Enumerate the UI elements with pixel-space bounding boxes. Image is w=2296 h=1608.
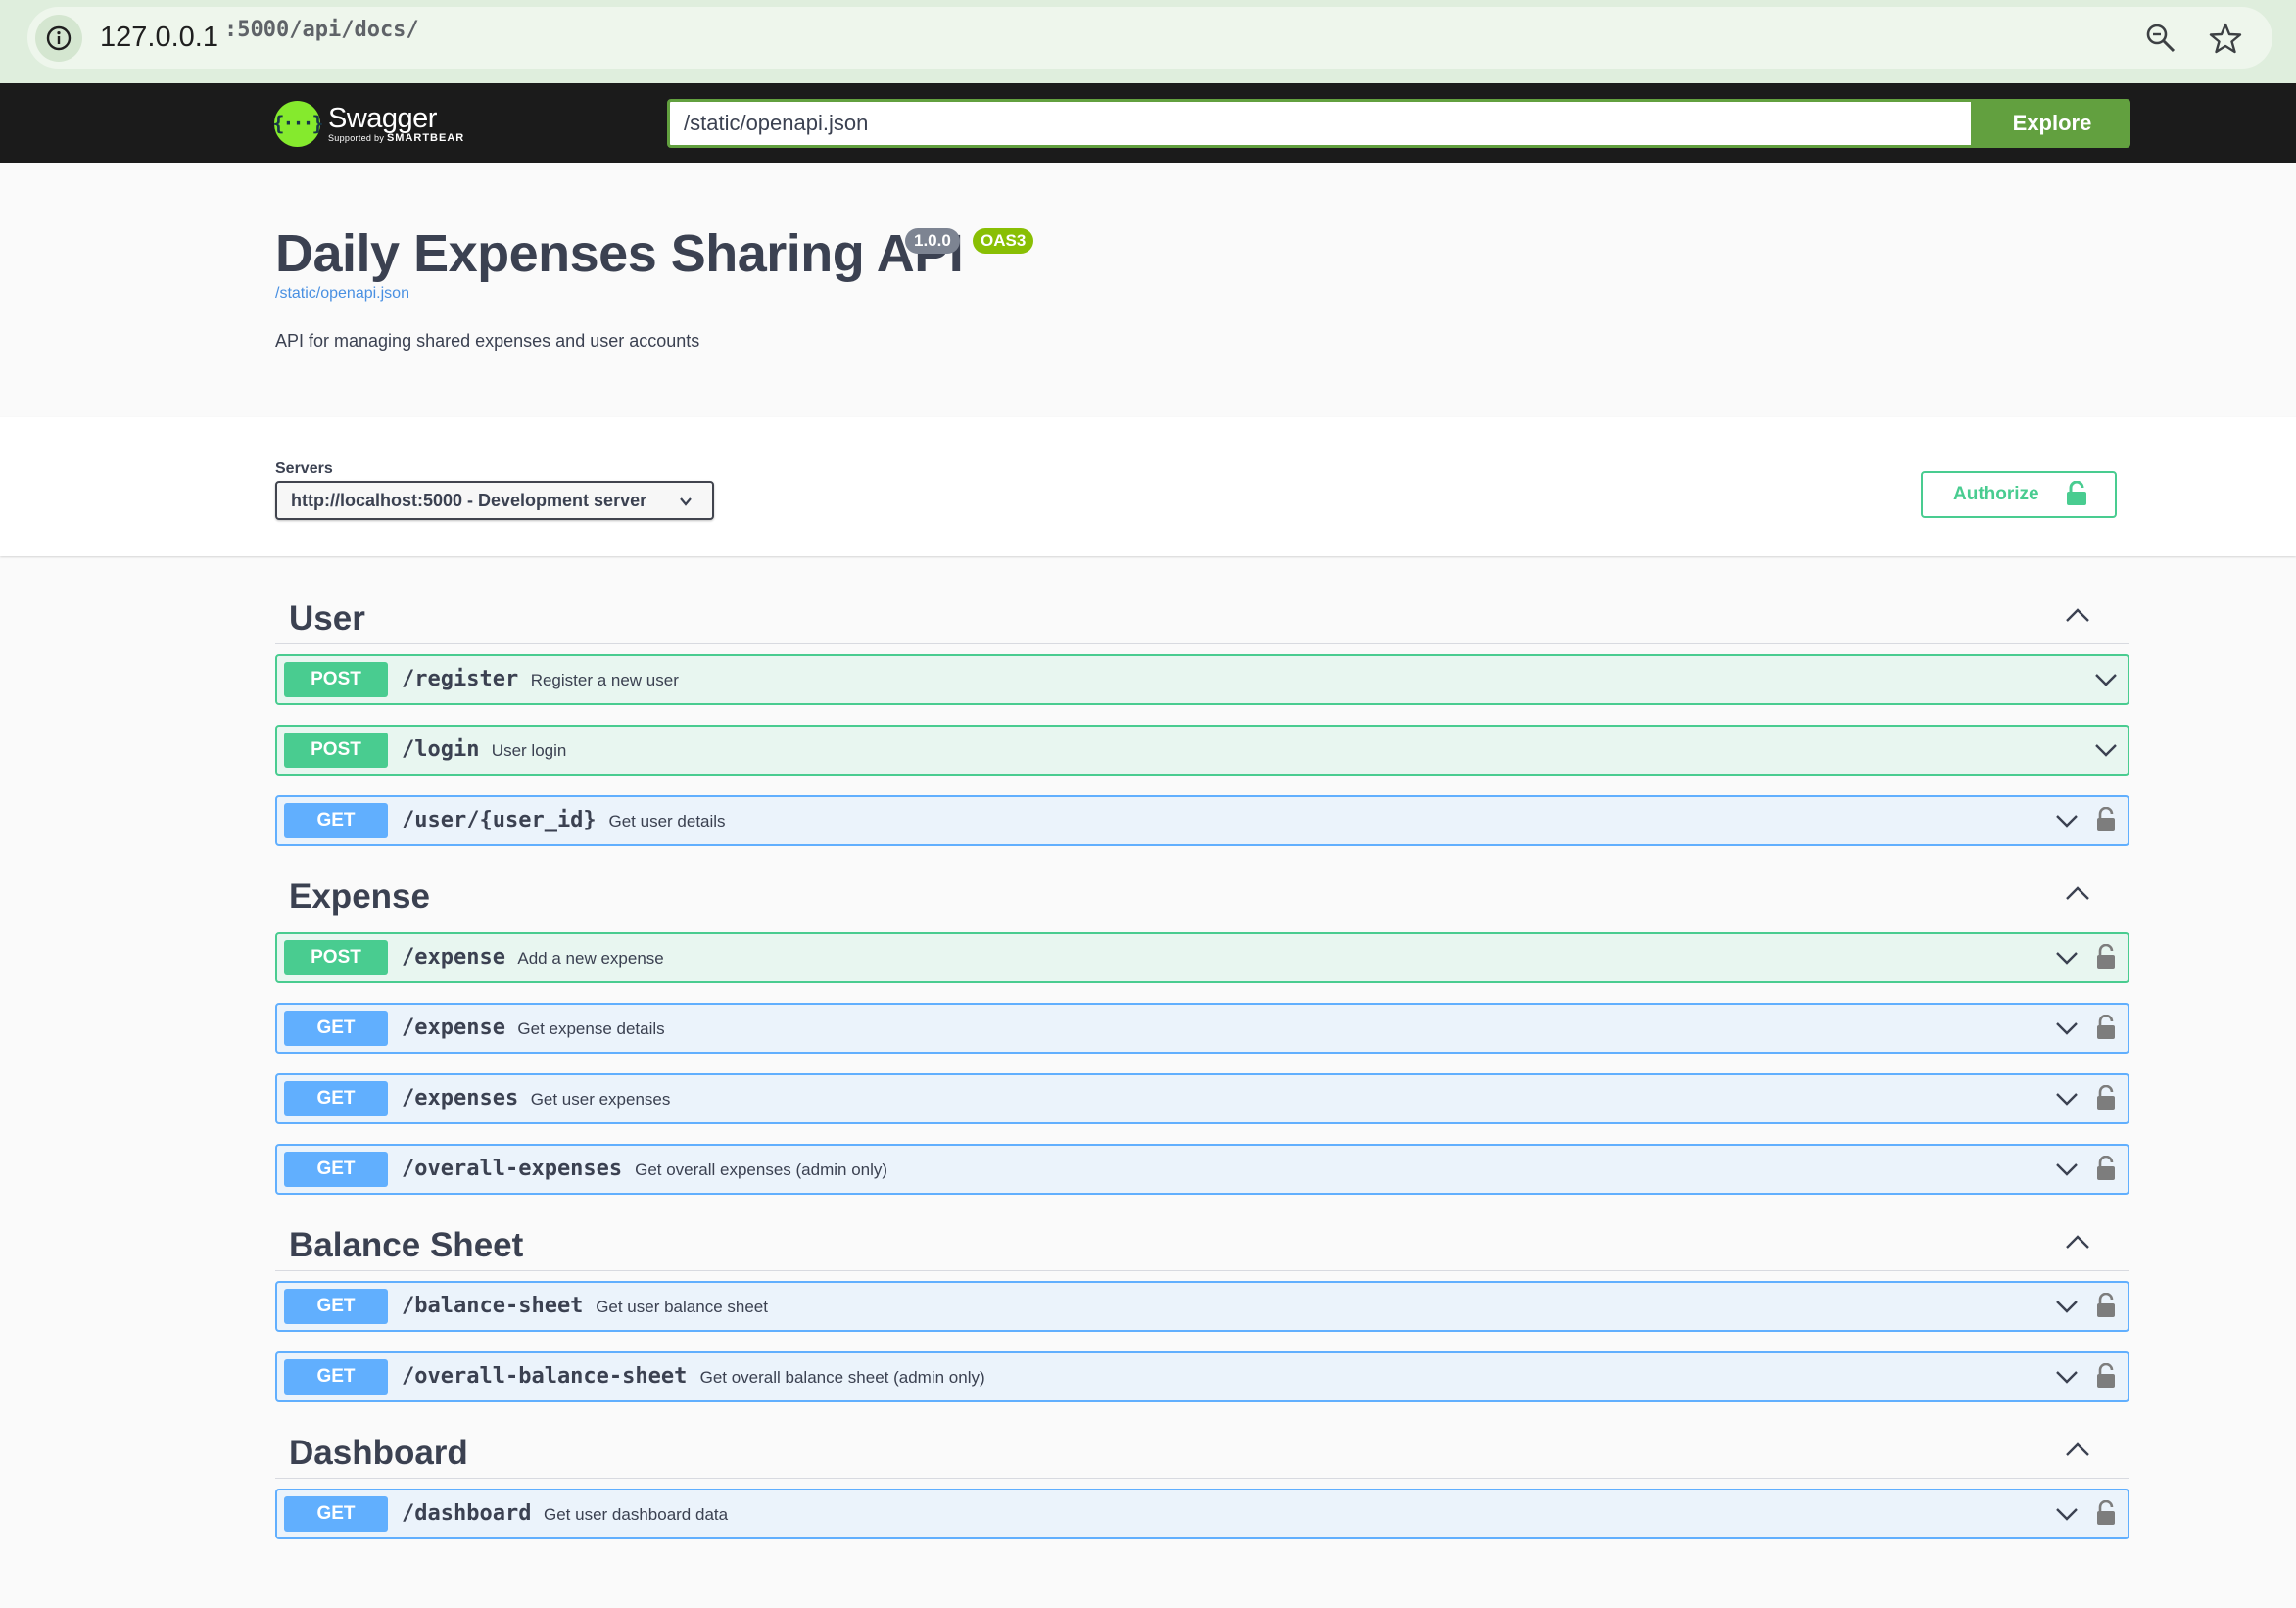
page-title: Daily Expenses Sharing API xyxy=(275,224,964,283)
operation-summary: Get user dashboard data xyxy=(544,1505,729,1524)
method-badge: POST xyxy=(284,940,388,975)
operation-post-expense[interactable]: POST/expense Add a new expense xyxy=(275,932,2129,983)
operation-summary: Get overall expenses (admin only) xyxy=(635,1160,888,1179)
operation-path: /balance-sheet xyxy=(402,1294,584,1318)
chevron-down-icon[interactable] xyxy=(2055,1369,2079,1385)
operation-path: /expense xyxy=(402,945,505,970)
chevron-up-icon[interactable] xyxy=(2065,1442,2090,1457)
zoom-icon[interactable] xyxy=(2143,21,2178,56)
method-badge: GET xyxy=(284,1289,388,1324)
operation-post-register[interactable]: POST/register Register a new user xyxy=(275,654,2129,705)
operation-path: /login xyxy=(402,737,480,762)
operation-summary: Get user balance sheet xyxy=(596,1298,768,1316)
swagger-topbar: {···} Swagger Supported by SMARTBEAR /st… xyxy=(0,83,2296,163)
bookmark-star-icon[interactable] xyxy=(2208,21,2243,56)
chevron-down-icon[interactable] xyxy=(2055,1020,2079,1036)
servers-label: Servers xyxy=(275,460,333,477)
method-badge: GET xyxy=(284,803,388,838)
url-text: 127.0.0.1:5000/api/docs/ xyxy=(100,7,419,69)
unlock-icon xyxy=(2067,481,2086,505)
tag-section-user[interactable]: User xyxy=(275,590,2129,644)
method-badge: POST xyxy=(284,733,388,768)
url-host: 127.0.0.1 xyxy=(100,22,218,53)
lock-icon[interactable] xyxy=(2096,1155,2116,1181)
operation-path: /register xyxy=(402,667,519,691)
operation-post-login[interactable]: POST/login User login xyxy=(275,725,2129,776)
logo-title: Swagger xyxy=(328,102,437,134)
chevron-down-icon[interactable] xyxy=(2055,813,2079,828)
tag-section-dashboard[interactable]: Dashboard xyxy=(275,1424,2129,1479)
operation-summary: Get overall balance sheet (admin only) xyxy=(699,1368,985,1387)
chevron-up-icon[interactable] xyxy=(2065,885,2090,901)
method-badge: GET xyxy=(284,1496,388,1532)
operation-path: /expenses xyxy=(402,1086,519,1111)
tag-title: Balance Sheet xyxy=(289,1226,524,1264)
operation-path: /dashboard xyxy=(402,1501,532,1526)
operation-get-dashboard[interactable]: GET/dashboard Get user dashboard data xyxy=(275,1489,2129,1539)
chevron-down-icon xyxy=(680,497,692,506)
api-description: API for managing shared expenses and use… xyxy=(275,331,700,351)
tag-section-expense[interactable]: Expense xyxy=(275,868,2129,922)
lock-icon[interactable] xyxy=(2096,1292,2116,1318)
operation-path: /overall-expenses xyxy=(402,1157,623,1181)
operation-get-balance-sheet[interactable]: GET/balance-sheet Get user balance sheet xyxy=(275,1281,2129,1332)
method-badge: GET xyxy=(284,1359,388,1395)
api-info: Daily Expenses Sharing API 1.0.0 OAS3 /s… xyxy=(0,163,2296,417)
lock-icon[interactable] xyxy=(2096,943,2116,970)
browser-toolbar: 127.0.0.1:5000/api/docs/ xyxy=(0,0,2296,83)
url-path: :5000/api/docs/ xyxy=(224,18,419,42)
method-badge: POST xyxy=(284,662,388,697)
chevron-down-icon[interactable] xyxy=(2055,1161,2079,1177)
tag-title: User xyxy=(289,599,365,638)
swagger-logo-icon: {···} xyxy=(272,100,324,147)
tag-section-balance-sheet[interactable]: Balance Sheet xyxy=(275,1216,2129,1271)
scheme-container: Servers http://localhost:5000 - Developm… xyxy=(0,417,2296,556)
operation-path: /user/{user_id} xyxy=(402,808,597,832)
authorize-label: Authorize xyxy=(1953,484,2039,504)
tag-title: Dashboard xyxy=(289,1434,468,1472)
operation-get-user-user-id[interactable]: GET/user/{user_id} Get user details xyxy=(275,795,2129,846)
operation-summary: Get user details xyxy=(608,812,726,830)
method-badge: GET xyxy=(284,1152,388,1187)
lock-icon[interactable] xyxy=(2096,1084,2116,1111)
method-badge: GET xyxy=(284,1081,388,1116)
authorize-button[interactable]: Authorize xyxy=(1921,471,2117,518)
logo-subtitle: Supported by SMARTBEAR xyxy=(328,131,465,144)
chevron-down-icon[interactable] xyxy=(2055,950,2079,966)
operation-path: /overall-balance-sheet xyxy=(402,1364,688,1389)
operation-summary: User login xyxy=(491,741,567,760)
operation-get-expenses[interactable]: GET/expenses Get user expenses xyxy=(275,1073,2129,1124)
chevron-down-icon[interactable] xyxy=(2055,1299,2079,1314)
lock-icon[interactable] xyxy=(2096,1362,2116,1389)
operation-path: /expense xyxy=(402,1016,505,1040)
operation-summary: Get user expenses xyxy=(530,1090,671,1109)
operation-summary: Get expense details xyxy=(517,1019,665,1038)
lock-icon[interactable] xyxy=(2096,806,2116,832)
method-badge: GET xyxy=(284,1011,388,1046)
servers-selected-value: http://localhost:5000 - Development serv… xyxy=(291,491,647,510)
spec-url-input[interactable]: /static/openapi.json xyxy=(667,99,1974,148)
operation-summary: Add a new expense xyxy=(517,949,664,968)
operation-get-expense[interactable]: GET/expense Get expense details xyxy=(275,1003,2129,1054)
version-badge: 1.0.0 xyxy=(905,228,960,254)
chevron-up-icon[interactable] xyxy=(2065,607,2090,623)
lock-icon[interactable] xyxy=(2096,1014,2116,1040)
swagger-logo[interactable]: {···} Swagger Supported by SMARTBEAR xyxy=(272,97,465,150)
chevron-up-icon[interactable] xyxy=(2065,1234,2090,1250)
operation-get-overall-expenses[interactable]: GET/overall-expenses Get overall expenses… xyxy=(275,1144,2129,1195)
operation-get-overall-balance-sheet[interactable]: GET/overall-balance-sheet Get overall bal… xyxy=(275,1351,2129,1402)
site-info-icon[interactable] xyxy=(35,15,82,62)
chevron-down-icon[interactable] xyxy=(2055,1091,2079,1107)
chevron-down-icon[interactable] xyxy=(2094,672,2118,687)
chevron-down-icon[interactable] xyxy=(2094,742,2118,758)
spec-link[interactable]: /static/openapi.json xyxy=(275,285,409,303)
oas-badge: OAS3 xyxy=(973,228,1034,254)
chevron-down-icon[interactable] xyxy=(2055,1506,2079,1522)
lock-icon[interactable] xyxy=(2096,1499,2116,1526)
tag-title: Expense xyxy=(289,877,430,916)
address-bar[interactable]: 127.0.0.1:5000/api/docs/ xyxy=(27,7,2272,69)
servers-select[interactable]: http://localhost:5000 - Development serv… xyxy=(275,481,714,520)
operation-summary: Register a new user xyxy=(530,671,679,689)
explore-button[interactable]: Explore xyxy=(1974,99,2130,148)
